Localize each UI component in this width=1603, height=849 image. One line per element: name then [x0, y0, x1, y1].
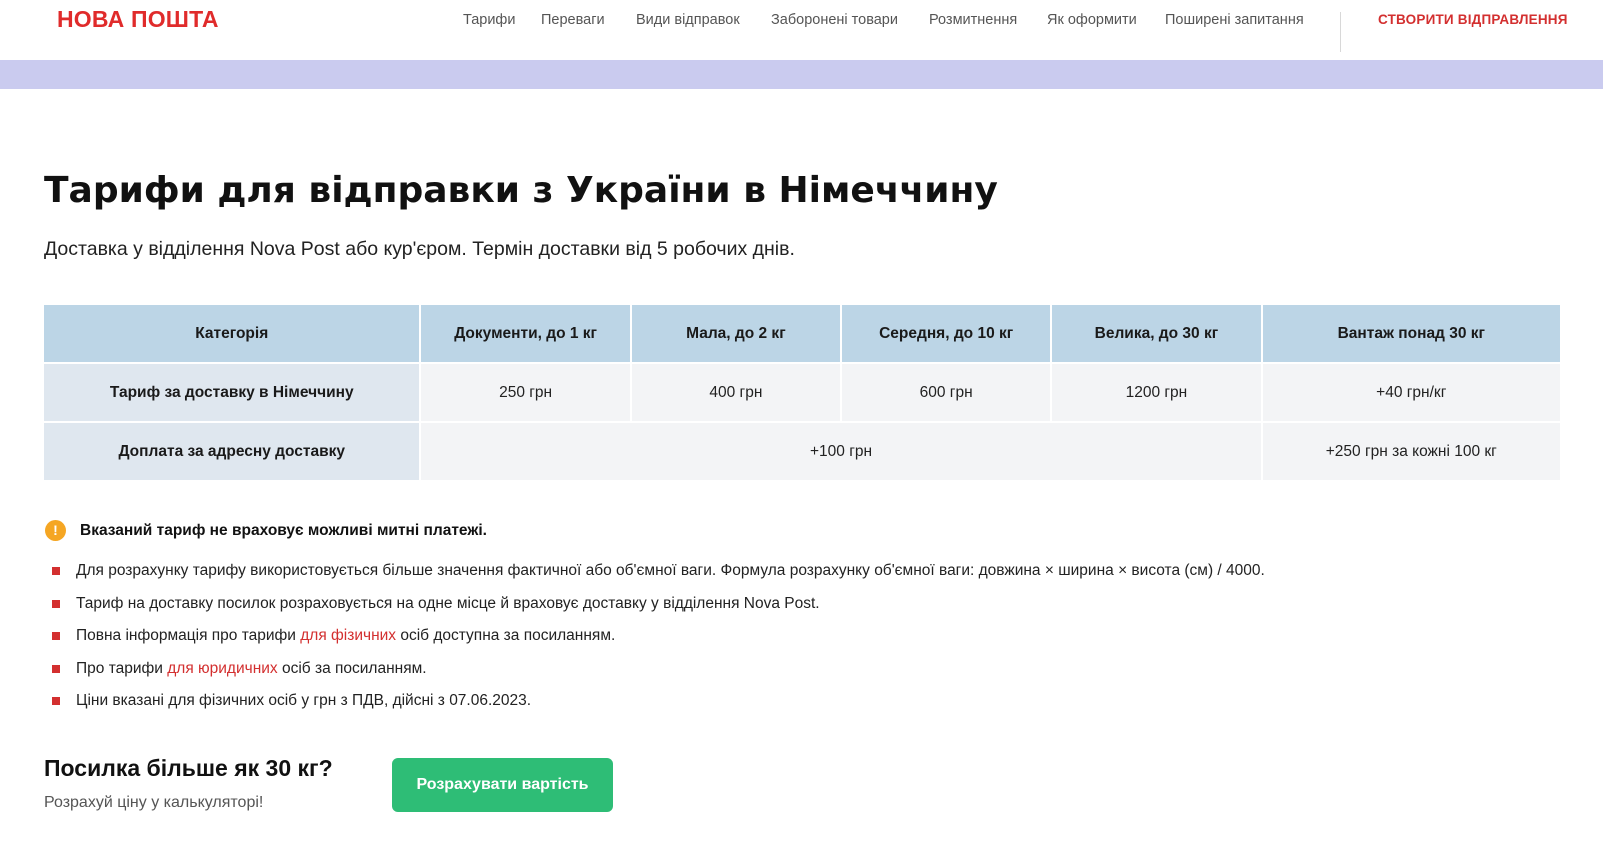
bullet-icon [52, 664, 60, 673]
column-header-large: Велика, до 30 кг [1052, 305, 1261, 362]
note-text: Тариф на доставку посилок розраховується… [76, 594, 820, 612]
table-cell: +40 грн/кг [1262, 364, 1560, 421]
table-row: Доплата за адресну доставку +100 грн +25… [44, 423, 1560, 480]
table-cell: +100 грн [421, 423, 1261, 480]
promo-subtitle: Розрахуй ціну у калькуляторі! [44, 794, 264, 811]
legal-entities-tariff-link[interactable]: для юридичних [167, 660, 277, 677]
list-item: Ціни вказані для фізичних осіб у грн з П… [52, 692, 1265, 725]
column-header-documents: Документи, до 1 кг [421, 305, 630, 362]
note-text: осіб доступна за посиланням. [396, 627, 616, 644]
table-header-row: Категорія Документи, до 1 кг Мала, до 2 … [44, 305, 1560, 362]
page-title: Тарифи для відправки з України в Німеччи… [44, 170, 998, 211]
create-shipment-link[interactable]: СТВОРИТИ ВІДПРАВЛЕННЯ [1378, 12, 1568, 27]
column-header-cargo: Вантаж понад 30 кг [1262, 305, 1560, 362]
table-cell: 400 грн [631, 364, 841, 421]
bullet-icon [52, 567, 60, 575]
column-header-small: Мала, до 2 кг [631, 305, 841, 362]
nav-item-tariffs[interactable]: Тарифи [463, 12, 515, 28]
note-text: Повна інформація про тарифи [76, 627, 301, 644]
bullet-icon [52, 632, 60, 640]
nav-item-how-to[interactable]: Як оформити [1047, 12, 1137, 28]
list-item: Тариф на доставку посилок розраховується… [52, 595, 1265, 628]
individuals-tariff-link[interactable]: для фізичних [300, 627, 396, 644]
main-nav: Тарифи Переваги Види відправок Заборонен… [0, 12, 1603, 52]
page-subtitle: Доставка у відділення Nova Post або кур'… [44, 238, 795, 260]
note-text: осіб за посиланням. [277, 659, 427, 677]
list-item: Повна інформація про тарифи для фізичних… [52, 627, 1265, 660]
nav-item-faq[interactable]: Поширені запитання [1165, 12, 1304, 28]
table-cell: 600 грн [842, 364, 1051, 421]
nav-item-customs[interactable]: Розмитнення [929, 12, 1017, 28]
note-text: Про тарифи [76, 659, 168, 677]
bullet-icon [52, 697, 60, 705]
exclamation-icon: ! [45, 520, 66, 541]
nav-divider [1340, 12, 1341, 52]
row-label-delivery-tariff: Тариф за доставку в Німеччину [44, 364, 420, 421]
nav-item-advantages[interactable]: Переваги [541, 12, 605, 28]
table-cell: 250 грн [421, 364, 630, 421]
bullet-icon [52, 599, 60, 608]
calculate-cost-button[interactable]: Розрахувати вартість [392, 758, 613, 812]
promo-title: Посилка більше як 30 кг? [44, 755, 333, 781]
header-band [0, 60, 1603, 89]
site-header: НОВА ПОШТА Тарифи Переваги Види відправо… [0, 0, 1603, 60]
list-item: Про тарифи для юридичних осіб за посилан… [52, 660, 1265, 693]
column-header-medium: Середня, до 10 кг [842, 305, 1051, 362]
tariff-table: Категорія Документи, до 1 кг Мала, до 2 … [42, 303, 1562, 482]
table-cell: 1200 грн [1052, 364, 1261, 421]
notes-list: Для розрахунку тарифу використовується б… [52, 562, 1265, 725]
note-text: Для розрахунку тарифу використовується б… [76, 562, 1265, 579]
list-item: Для розрахунку тарифу використовується б… [52, 562, 1265, 595]
row-label-address-delivery: Доплата за адресну доставку [44, 423, 420, 480]
note-text: Ціни вказані для фізичних осіб у грн з П… [76, 692, 532, 709]
nav-item-shipment-types[interactable]: Види відправок [636, 12, 740, 28]
table-cell: +250 грн за кожні 100 кг [1262, 423, 1560, 480]
warning-text: Вказаний тариф не враховує можливі митні… [80, 522, 487, 539]
table-row: Тариф за доставку в Німеччину 250 грн 40… [44, 364, 1560, 421]
nav-item-prohibited-goods[interactable]: Заборонені товари [771, 12, 898, 28]
column-header-category: Категорія [44, 305, 420, 362]
